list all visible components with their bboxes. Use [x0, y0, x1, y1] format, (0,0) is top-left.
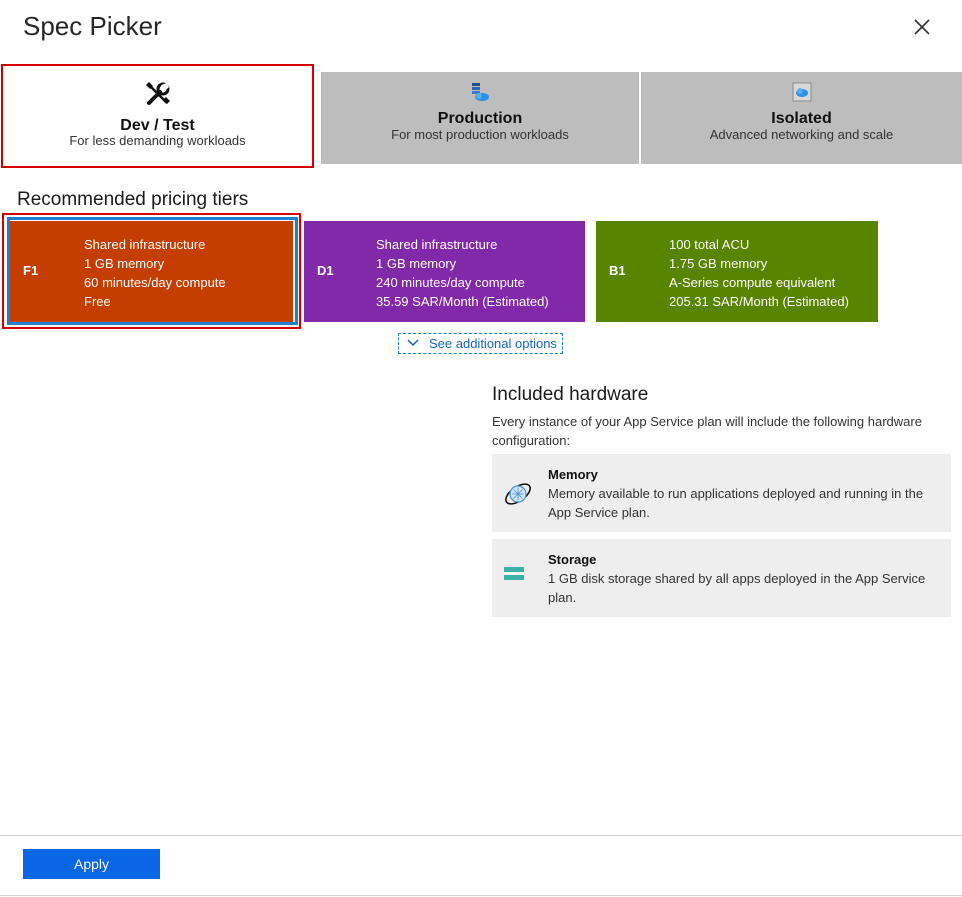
tab-description: Advanced networking and scale — [709, 127, 894, 142]
tier-detail-line: 100 total ACU — [669, 237, 750, 252]
hardware-item-memory: Memory Memory available to run applicati… — [492, 454, 951, 532]
isolated-cloud-icon — [792, 82, 811, 102]
dialog-title: Spec Picker — [23, 11, 162, 41]
selection-outline-blue — [7, 217, 298, 325]
close-icon — [914, 19, 930, 35]
category-tabs: Dev / Test For less demanding workloads … — [0, 63, 962, 168]
tier-card-b1[interactable]: B1 100 total ACU 1.75 GB memory A-Series… — [596, 221, 878, 322]
tab-description: For less demanding workloads — [69, 133, 246, 148]
server-cloud-icon — [472, 83, 489, 101]
hardware-item-name: Storage — [548, 552, 597, 567]
hardware-item-description: 1 GB disk storage shared by all apps dep… — [548, 571, 926, 605]
tier-detail-line: Shared infrastructure — [376, 237, 498, 252]
close-button[interactable] — [909, 14, 935, 40]
see-additional-options-label: See additional options — [429, 336, 557, 351]
tab-isolated[interactable]: Isolated Advanced networking and scale — [641, 72, 962, 164]
tier-detail-line: 35.59 SAR/Month (Estimated) — [376, 294, 549, 309]
tab-production[interactable]: Production For most production workloads — [321, 72, 639, 164]
hardware-description: Every instance of your App Service plan … — [492, 414, 922, 448]
hardware-item-description: Memory available to run applications dep… — [548, 486, 924, 520]
tab-name: Production — [437, 110, 523, 127]
tier-detail-line: A-Series compute equivalent — [669, 275, 836, 290]
tier-detail-line: 1.75 GB memory — [669, 256, 768, 271]
hardware-title: Included hardware — [492, 384, 649, 405]
hardware-item-name: Memory — [548, 467, 598, 482]
tier-details: Shared infrastructure 1 GB memory 240 mi… — [376, 235, 549, 311]
see-additional-options-link[interactable]: See additional options — [398, 333, 563, 354]
tier-code: B1 — [609, 263, 626, 278]
footer-divider — [0, 835, 962, 836]
tools-icon — [145, 82, 170, 105]
chevron-down-icon — [407, 339, 419, 347]
bottom-divider — [0, 895, 962, 896]
tier-detail-line: 1 GB memory — [376, 256, 457, 271]
tier-card-d1[interactable]: D1 Shared infrastructure 1 GB memory 240… — [304, 221, 585, 322]
memory-icon — [505, 483, 531, 505]
tab-dev-test[interactable]: Dev / Test For less demanding workloads — [1, 64, 314, 168]
tab-description: For most production workloads — [391, 127, 569, 142]
apply-button[interactable]: Apply — [23, 849, 160, 879]
hardware-item-storage: Storage 1 GB disk storage shared by all … — [492, 539, 951, 617]
tier-code: D1 — [317, 263, 334, 278]
tier-detail-line: 205.31 SAR/Month (Estimated) — [669, 294, 849, 309]
storage-icon — [504, 567, 524, 580]
tier-details: 100 total ACU 1.75 GB memory A-Series co… — [669, 235, 849, 311]
tab-name: Isolated — [771, 110, 832, 127]
recommended-title: Recommended pricing tiers — [17, 189, 249, 210]
tier-detail-line: 240 minutes/day compute — [376, 275, 525, 290]
